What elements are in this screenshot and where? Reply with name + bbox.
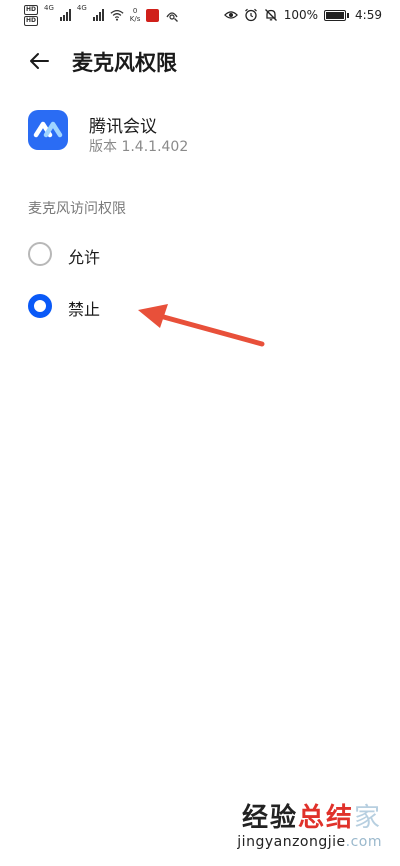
- hd-badges: HD HD: [24, 4, 39, 26]
- arrow-left-icon[interactable]: [24, 46, 54, 76]
- status-bar-right: 100% 4:59: [223, 4, 382, 26]
- signal-icon: [92, 9, 104, 21]
- section-title: 麦克风访问权限: [28, 201, 126, 217]
- option-allow[interactable]: 允许: [28, 236, 368, 272]
- watermark: 经验总结家 jingyanzongjie.com: [237, 797, 382, 850]
- deny-radio[interactable]: [28, 294, 52, 318]
- signal-icon: [59, 9, 71, 21]
- watermark-zh-part1: 经验: [241, 803, 298, 833]
- network-type-label: 4G: [76, 4, 87, 12]
- watermark-domain: jingyanzongjie.com: [237, 834, 382, 850]
- battery-icon: [324, 9, 350, 21]
- hotspot-icon: [166, 12, 179, 22]
- status-bar: HD HD 4G 4G 0 K/s 100% 4:59: [0, 0, 400, 30]
- network-speed: 0 K/s: [130, 7, 141, 23]
- option-label-allow: 允许: [68, 248, 101, 267]
- status-time: 4:59: [355, 8, 382, 22]
- alarm-icon: [244, 8, 257, 22]
- option-label-deny: 禁止: [68, 300, 101, 319]
- app-name: 腾讯会议: [89, 117, 157, 137]
- network-type-label: 4G: [44, 4, 54, 12]
- status-bar-left: HD HD 4G 4G 0 K/s: [24, 4, 179, 26]
- battery-percentage: 100%: [283, 8, 319, 22]
- page-title: 麦克风权限: [72, 51, 177, 75]
- header: 麦克风权限: [0, 36, 400, 84]
- app-logo-icon: [33, 121, 63, 138]
- watermark-en-part2: .com: [345, 834, 382, 850]
- annotation-arrow-icon: [138, 304, 265, 347]
- wifi-icon: [110, 10, 124, 21]
- network-speed-value: 0: [132, 7, 138, 15]
- watermark-en-part1: jingyanzongjie: [237, 834, 346, 850]
- hd-badge: HD: [24, 4, 39, 15]
- network-speed-unit: K/s: [129, 15, 141, 23]
- notification-app-icon: [146, 8, 160, 22]
- watermark-zh-part2: 总结: [297, 803, 354, 833]
- tencent-meeting-app-icon: [28, 110, 68, 150]
- hd-badge: HD: [24, 15, 39, 26]
- mute-icon: [264, 9, 277, 21]
- watermark-zh-part3: 家: [353, 803, 382, 833]
- app-version: 版本 1.4.1.402: [89, 139, 189, 155]
- allow-radio[interactable]: [28, 242, 52, 266]
- watermark-chinese: 经验总结家: [237, 797, 382, 834]
- eye-icon: [223, 11, 238, 19]
